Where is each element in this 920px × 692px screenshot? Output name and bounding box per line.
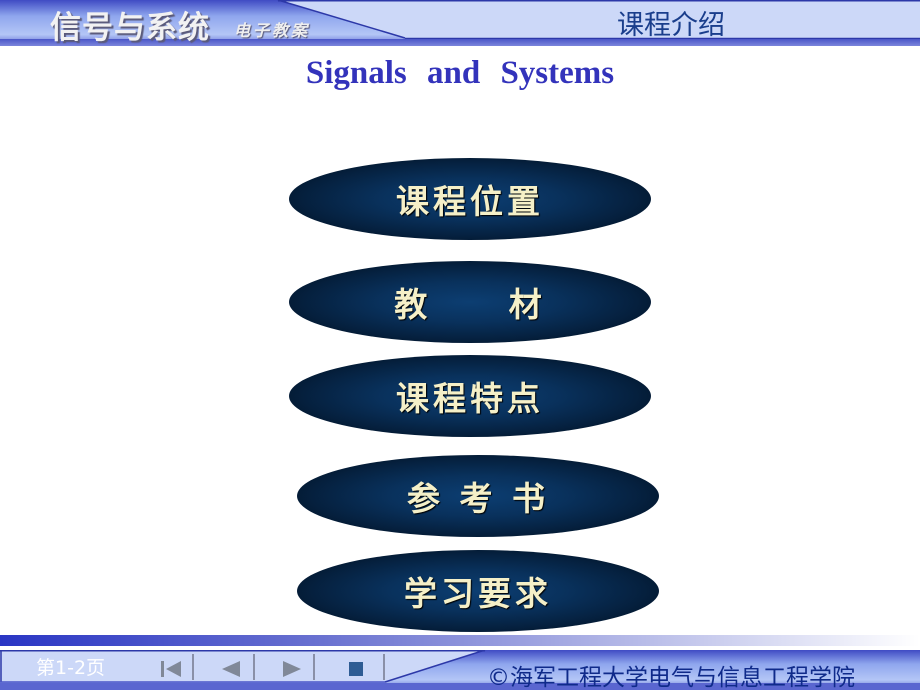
menu-item-study-requirements[interactable]: 学习要求 xyxy=(297,550,659,632)
menu-item-label: 教 材 xyxy=(394,285,546,324)
previous-page-button[interactable] xyxy=(206,654,256,684)
course-subtitle: 电子教案 xyxy=(234,21,311,40)
menu-item-course-position[interactable]: 课程位置 xyxy=(289,158,651,240)
stop-button[interactable] xyxy=(331,654,381,684)
section-title: 课程介绍 xyxy=(617,10,725,41)
nav-separator xyxy=(192,654,194,680)
copyright-text: ©海军工程大学电气与信息工程学院 xyxy=(487,665,855,691)
menu-item-label: 课程特点 xyxy=(396,379,544,418)
page-indicator: 第1-2页 xyxy=(36,657,106,679)
menu-item-course-features[interactable]: 课程特点 xyxy=(289,355,651,437)
menu-item-textbook[interactable]: 教 材 xyxy=(289,261,651,343)
skip-to-start-icon xyxy=(161,661,181,677)
footer-stripe xyxy=(0,635,920,646)
page-title: Signals and Systems xyxy=(305,55,615,91)
nav-separator xyxy=(253,654,255,680)
arrow-right-icon xyxy=(283,661,301,677)
menu-item-label: 学习要求 xyxy=(404,574,552,613)
first-page-button[interactable] xyxy=(146,654,196,684)
stop-icon xyxy=(349,662,363,676)
header-bar: 信号与系统 电子教案 课程介绍 xyxy=(0,0,920,46)
menu-item-label: 课程位置 xyxy=(396,182,544,221)
next-page-button[interactable] xyxy=(267,654,317,684)
arrow-left-icon xyxy=(222,661,240,677)
nav-separator xyxy=(383,654,385,680)
nav-separator xyxy=(313,654,315,680)
course-title: 信号与系统 xyxy=(50,10,210,46)
menu-item-label: 参 考 书 xyxy=(407,479,549,518)
menu-item-reference-books[interactable]: 参 考 书 xyxy=(297,455,659,537)
